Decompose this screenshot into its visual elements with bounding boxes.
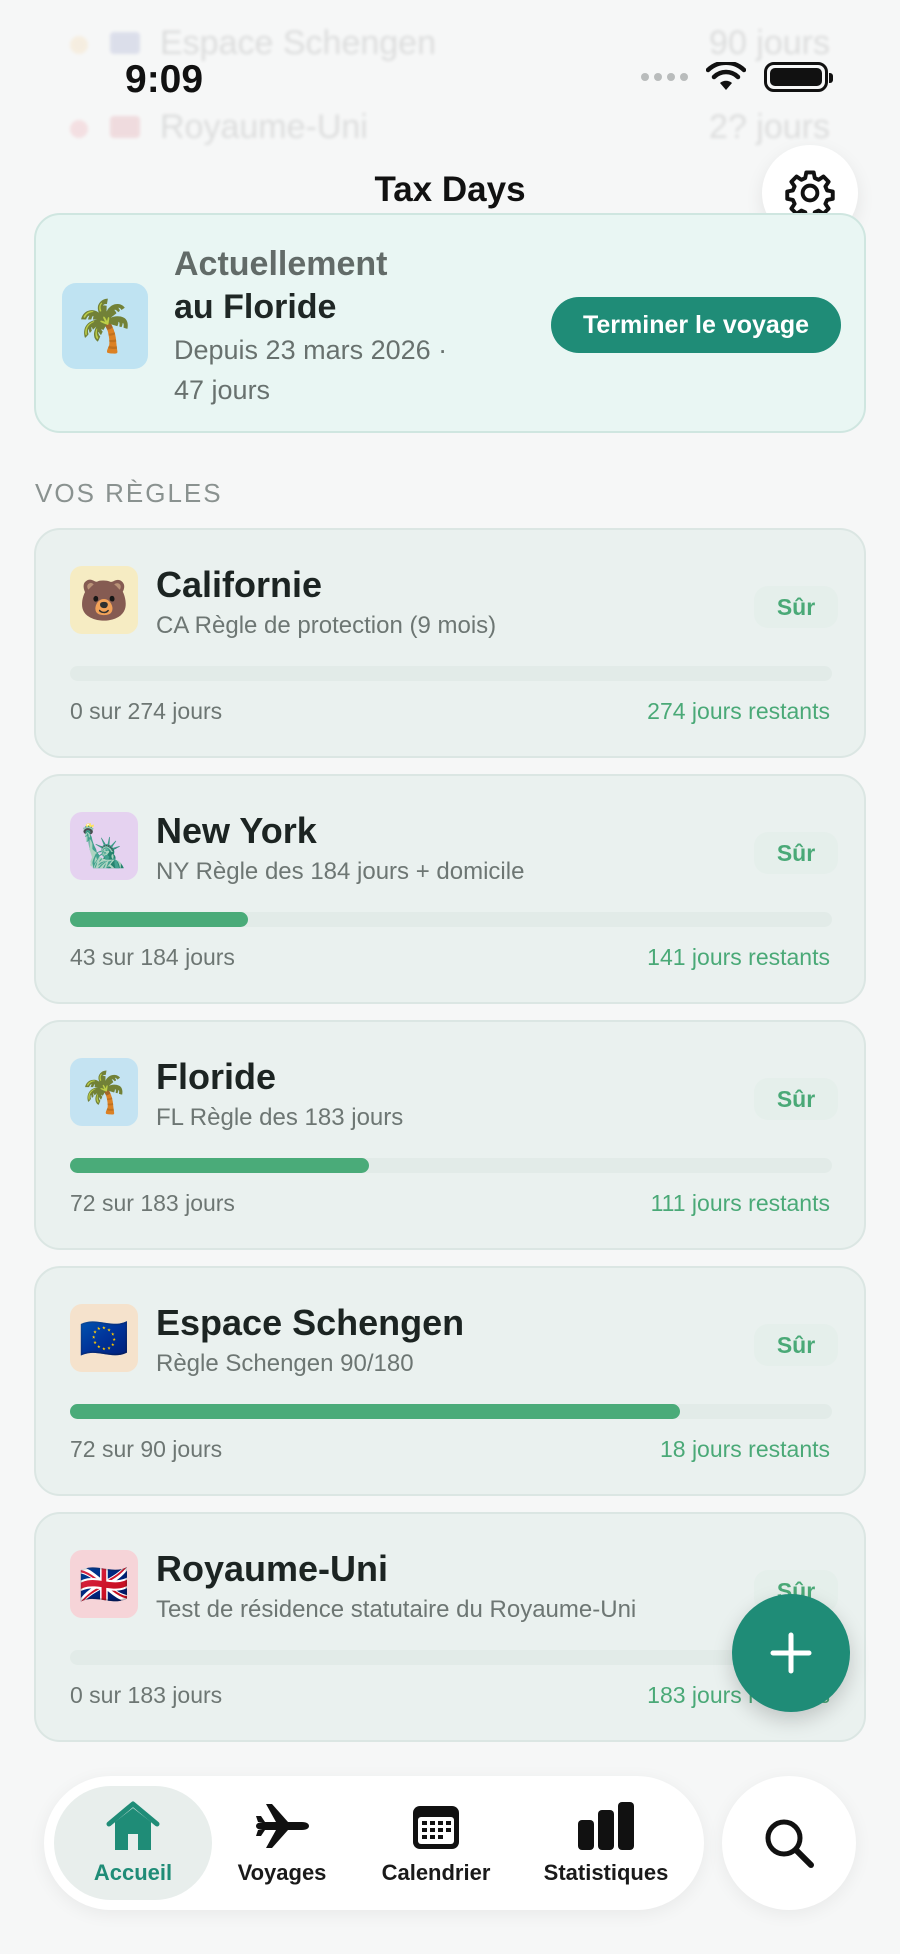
wifi-icon: [706, 62, 746, 90]
tab-calendar[interactable]: Calendrier: [356, 1786, 516, 1900]
days-used: 72 sur 183 jours: [70, 1190, 235, 1216]
status-badge: Sûr: [754, 832, 838, 874]
uk-flag-icon: [110, 116, 140, 138]
rule-name: Espace Schengen: [156, 1302, 465, 1343]
current-trip-info: Actuellement au Floride Depuis 23 mars 2…: [174, 243, 474, 409]
current-trip-duration: 47 jours: [174, 375, 271, 405]
current-trip-place: au Floride: [174, 288, 337, 326]
days-used: 0 sur 183 jours: [70, 1682, 223, 1708]
bar-chart-icon: [578, 1802, 634, 1850]
days-remaining: 274 jours restants: [647, 698, 830, 724]
ghost-row-uk: Royaume-Uni 2? jours: [0, 98, 900, 158]
eu-flag-icon: [110, 32, 140, 54]
rule-name: Royaume-Uni: [156, 1548, 389, 1589]
current-trip-card[interactable]: 🌴 Actuellement au Floride Depuis 23 mars…: [34, 213, 866, 433]
palm-tree-icon: 🌴: [70, 1058, 138, 1126]
days-used: 43 sur 184 jours: [70, 944, 235, 970]
status-badge: Sûr: [754, 586, 838, 628]
eu-flag-icon: 🇪🇺: [70, 1304, 138, 1372]
ghost-row-name: Royaume-Uni: [160, 108, 368, 146]
search-button[interactable]: [722, 1776, 856, 1910]
tab-label: Accueil: [93, 1860, 173, 1885]
days-remaining: 111 jours restants: [650, 1190, 830, 1216]
progress-bar: [70, 1404, 832, 1419]
tab-label: Statistiques: [543, 1860, 669, 1885]
tab-label: Voyages: [237, 1860, 327, 1885]
progress-fill: [70, 1158, 370, 1173]
ghost-row-value: 2? jours: [709, 108, 830, 146]
tab-bar: Accueil Voyages Calendrier Statistiques: [44, 1776, 704, 1910]
tab-label: Calendrier: [381, 1860, 491, 1885]
status-dot: [70, 120, 88, 138]
progress-bar: [70, 1158, 832, 1173]
progress-fill: [70, 912, 249, 927]
rule-card-california[interactable]: 🐻 Californie CA Règle de protection (9 m…: [34, 528, 866, 758]
statue-of-liberty-icon: 🗽: [70, 812, 138, 880]
plus-icon: [770, 1632, 812, 1674]
battery-icon: [764, 62, 833, 92]
gear-icon: [785, 170, 835, 219]
rule-description: Test de résidence statutaire du Royaume-…: [156, 1596, 637, 1623]
status-icons: [641, 62, 833, 92]
days-used: 0 sur 274 jours: [70, 698, 223, 724]
add-trip-button[interactable]: [732, 1594, 850, 1712]
current-trip-since: Depuis 23 mars 2026 ·: [174, 335, 448, 365]
progress-bar: [70, 1650, 832, 1665]
rule-description: NY Règle des 184 jours + domicile: [156, 858, 525, 885]
rule-description: FL Règle des 183 jours: [156, 1104, 404, 1131]
calendar-icon: [413, 1806, 459, 1849]
days-used: 72 sur 90 jours: [70, 1436, 223, 1462]
status-dot: [70, 36, 88, 54]
rule-description: Règle Schengen 90/180: [156, 1350, 414, 1377]
airplane-icon: [256, 1804, 309, 1848]
days-remaining: 141 jours restants: [647, 944, 830, 970]
rule-name: New York: [156, 810, 317, 851]
status-time: 9:09: [125, 58, 204, 101]
bear-icon: 🐻: [70, 566, 138, 634]
progress-fill: [70, 1404, 680, 1419]
current-trip-kicker: Actuellement: [174, 245, 388, 283]
tab-statistics[interactable]: Statistiques: [522, 1786, 690, 1900]
uk-flag-icon: 🇬🇧: [70, 1550, 138, 1618]
status-badge: Sûr: [754, 1324, 838, 1366]
end-trip-button[interactable]: Terminer le voyage: [551, 297, 841, 353]
rules-section-title: VOS RÈGLES: [35, 478, 223, 508]
rule-card-new-york[interactable]: 🗽 New York NY Règle des 184 jours + domi…: [34, 774, 866, 1004]
rule-name: Californie: [156, 564, 323, 605]
ghost-row-value: 90 jours: [709, 24, 830, 62]
palm-tree-icon: 🌴: [62, 283, 148, 369]
rule-name: Floride: [156, 1056, 277, 1097]
progress-bar: [70, 666, 832, 681]
days-remaining: 18 jours restants: [659, 1436, 830, 1462]
rule-card-florida[interactable]: 🌴 Floride FL Règle des 183 jours Sûr 72 …: [34, 1020, 866, 1250]
tab-home[interactable]: Accueil: [54, 1786, 212, 1900]
home-icon: [106, 1801, 160, 1850]
progress-bar: [70, 912, 832, 927]
status-badge: Sûr: [754, 1078, 838, 1120]
rule-description: CA Règle de protection (9 mois): [156, 612, 497, 639]
cellular-signal-icon: [641, 73, 688, 81]
rule-card-schengen[interactable]: 🇪🇺 Espace Schengen Règle Schengen 90/180…: [34, 1266, 866, 1496]
tab-trips[interactable]: Voyages: [212, 1786, 352, 1900]
search-icon: [765, 1819, 814, 1868]
